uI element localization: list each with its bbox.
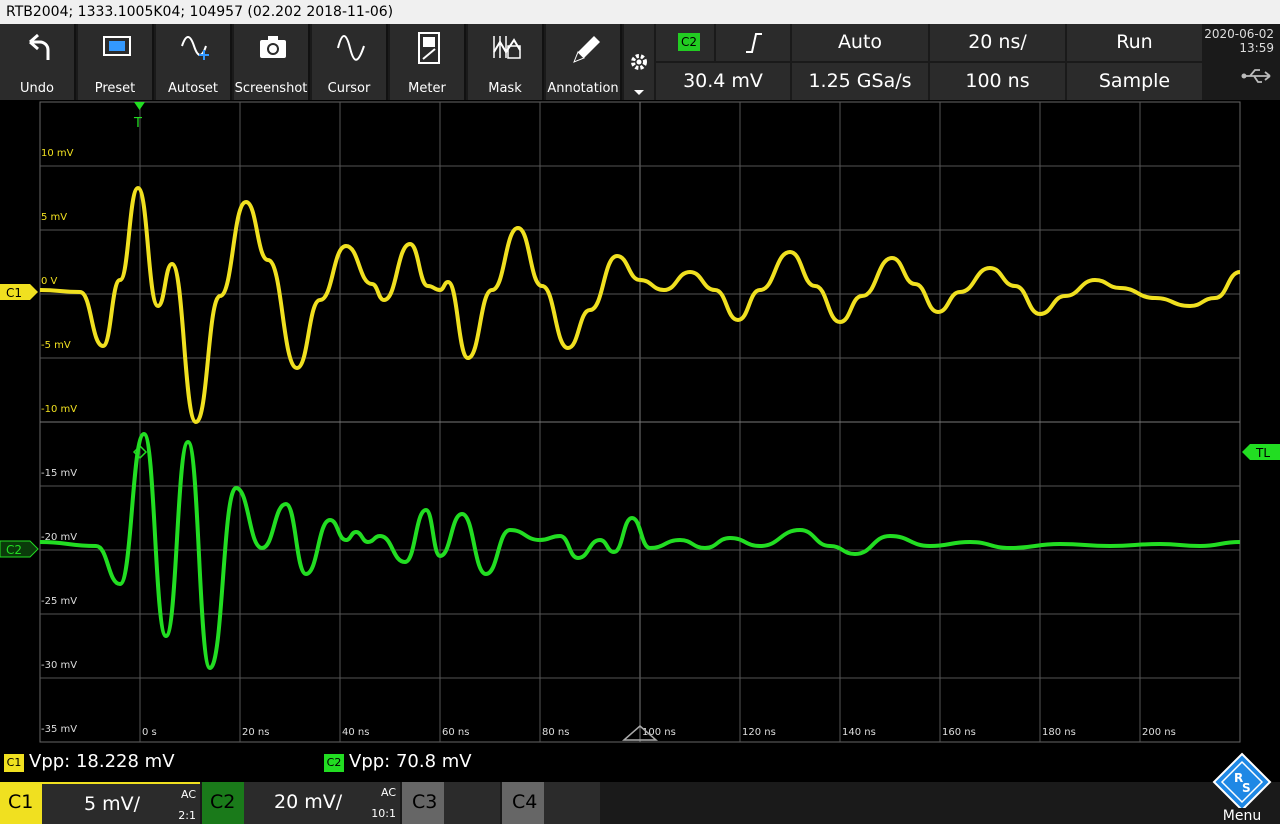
tl-marker-label: TL bbox=[1255, 446, 1270, 460]
c2-axis-label: -35 mV bbox=[41, 724, 77, 735]
trigger-level[interactable]: 30.4 mV bbox=[656, 63, 790, 100]
c3-scale-cell[interactable] bbox=[444, 782, 500, 824]
time-axis-label: 140 ns bbox=[842, 727, 876, 738]
time-axis-label: 0 s bbox=[142, 727, 157, 738]
waveform-display[interactable]: 10 mV5 mV0 V-5 mV-10 mV -15 mV-20 mV-25 … bbox=[0, 100, 1280, 745]
c1-vpp[interactable]: Vpp: 18.228 mV bbox=[29, 751, 175, 772]
rising-edge-icon bbox=[746, 33, 762, 53]
acquisition-mode[interactable]: Sample bbox=[1067, 63, 1202, 100]
screenshot-label: Screenshot bbox=[234, 81, 308, 96]
mask-label: Mask bbox=[488, 81, 522, 96]
c2-scale-cell[interactable]: 20 mV/ AC 10:1 bbox=[244, 782, 400, 824]
datetime: 2020-06-02 13:59 bbox=[1204, 24, 1280, 100]
time-scale[interactable]: 20 ns/ bbox=[930, 24, 1065, 61]
c4-channel-label: C4 bbox=[512, 791, 538, 813]
c3-channel-label: C3 bbox=[412, 791, 438, 813]
pencil-icon bbox=[573, 36, 600, 63]
cursor-label: Cursor bbox=[327, 81, 371, 96]
svg-text:S: S bbox=[1242, 781, 1251, 795]
trigger-level-marker[interactable]: TL bbox=[1242, 444, 1280, 460]
horizontal-position[interactable]: 100 ns bbox=[930, 63, 1065, 100]
time-axis-label: 60 ns bbox=[442, 727, 469, 738]
c2-axis-label: -30 mV bbox=[41, 660, 77, 671]
gear-icon bbox=[631, 54, 647, 95]
run-state[interactable]: Run bbox=[1067, 24, 1202, 61]
c1-channel-button[interactable]: C1 bbox=[0, 782, 42, 824]
c2-axis-label: -25 mV bbox=[41, 596, 77, 607]
rs-logo-icon: R S bbox=[1212, 752, 1272, 812]
c1-axis-label: -10 mV bbox=[41, 404, 77, 415]
c1-meas-tag: C1 bbox=[4, 754, 24, 772]
usb-icon bbox=[1241, 69, 1271, 83]
time-axis-label: 40 ns bbox=[342, 727, 369, 738]
channel-bar: C1 5 mV/ AC 2:1 C2 20 mV/ AC 10:1 C3 C4 bbox=[0, 782, 1280, 824]
c1-marker-label: C1 bbox=[6, 286, 22, 300]
meter-icon bbox=[418, 32, 440, 64]
c1-channel-label: C1 bbox=[8, 791, 34, 813]
c3-channel-button[interactable]: C3 bbox=[402, 782, 444, 824]
date: 2020-06-02 bbox=[1204, 27, 1274, 41]
camera-icon bbox=[260, 36, 286, 58]
c1-axis-label: 0 V bbox=[41, 276, 58, 287]
c1-scale: 5 mV/ bbox=[84, 793, 141, 815]
autoset-button[interactable]: Autoset bbox=[156, 24, 232, 100]
sample-rate[interactable]: 1.25 GSa/s bbox=[792, 63, 928, 100]
undo-button[interactable]: Undo bbox=[0, 24, 76, 100]
c2-marker[interactable]: C2 bbox=[0, 540, 39, 558]
c1-marker[interactable]: C1 bbox=[0, 284, 38, 300]
time-axis-label: 180 ns bbox=[1042, 727, 1076, 738]
mask-button[interactable]: Mask bbox=[468, 24, 544, 100]
c1-probe: 2:1 bbox=[178, 809, 196, 822]
settings-button[interactable] bbox=[624, 24, 654, 100]
c2-channel-button[interactable]: C2 bbox=[202, 782, 244, 824]
c1-coupling: AC bbox=[180, 788, 196, 801]
preset-label: Preset bbox=[94, 81, 136, 96]
time-axis-label: 120 ns bbox=[742, 727, 776, 738]
c2-axis-label: -15 mV bbox=[41, 468, 77, 479]
c2-marker-label: C2 bbox=[6, 543, 22, 557]
preset-icon bbox=[103, 36, 131, 56]
meter-button[interactable]: Meter bbox=[390, 24, 466, 100]
c2-probe: 10:1 bbox=[371, 807, 396, 820]
c2-channel-label: C2 bbox=[210, 791, 236, 813]
trigger-source-tag: C2 bbox=[678, 33, 700, 51]
trigger-mode[interactable]: Auto bbox=[792, 24, 928, 61]
time-axis-label: 80 ns bbox=[542, 727, 569, 738]
autoset-icon bbox=[181, 36, 209, 60]
meter-label: Meter bbox=[408, 81, 446, 96]
cursor-button[interactable]: Cursor bbox=[312, 24, 388, 100]
time-axis-label: 20 ns bbox=[242, 727, 269, 738]
trigger-slope-cell[interactable] bbox=[716, 24, 790, 61]
window-title: RTB2004; 1333.1005K04; 104957 (02.202 20… bbox=[0, 0, 1280, 24]
menu-button[interactable]: R S Menu bbox=[1210, 752, 1274, 824]
undo-icon bbox=[29, 33, 50, 60]
screenshot-button[interactable]: Screenshot bbox=[234, 24, 310, 100]
c2-coupling: AC bbox=[380, 786, 396, 799]
annotation-label: Annotation bbox=[547, 81, 619, 96]
preset-button[interactable]: Preset bbox=[78, 24, 154, 100]
menu-label: Menu bbox=[1222, 808, 1262, 824]
annotation-button[interactable]: Annotation bbox=[546, 24, 622, 100]
c4-scale-cell[interactable] bbox=[544, 782, 600, 824]
c4-channel-button[interactable]: C4 bbox=[502, 782, 544, 824]
c2-meas-tag: C2 bbox=[324, 754, 344, 772]
time: 13:59 bbox=[1239, 41, 1274, 55]
c1-axis-label: 10 mV bbox=[41, 148, 74, 159]
time-axis-label: 200 ns bbox=[1142, 727, 1176, 738]
trigger-marker-label: T bbox=[133, 116, 142, 131]
c1-axis-label: -5 mV bbox=[41, 340, 71, 351]
mask-icon bbox=[493, 36, 521, 59]
c1-axis-label: 5 mV bbox=[41, 212, 67, 223]
undo-label: Undo bbox=[20, 81, 54, 96]
c2-scale: 20 mV/ bbox=[274, 791, 343, 813]
c1-scale-cell[interactable]: 5 mV/ AC 2:1 bbox=[42, 782, 200, 824]
cursor-icon bbox=[337, 35, 365, 61]
c2-vpp[interactable]: Vpp: 70.8 mV bbox=[349, 751, 472, 772]
measurement-bar: C1 Vpp: 18.228 mV C2 Vpp: 70.8 mV bbox=[0, 745, 1280, 781]
autoset-label: Autoset bbox=[167, 81, 219, 96]
time-axis-label: 160 ns bbox=[942, 727, 976, 738]
